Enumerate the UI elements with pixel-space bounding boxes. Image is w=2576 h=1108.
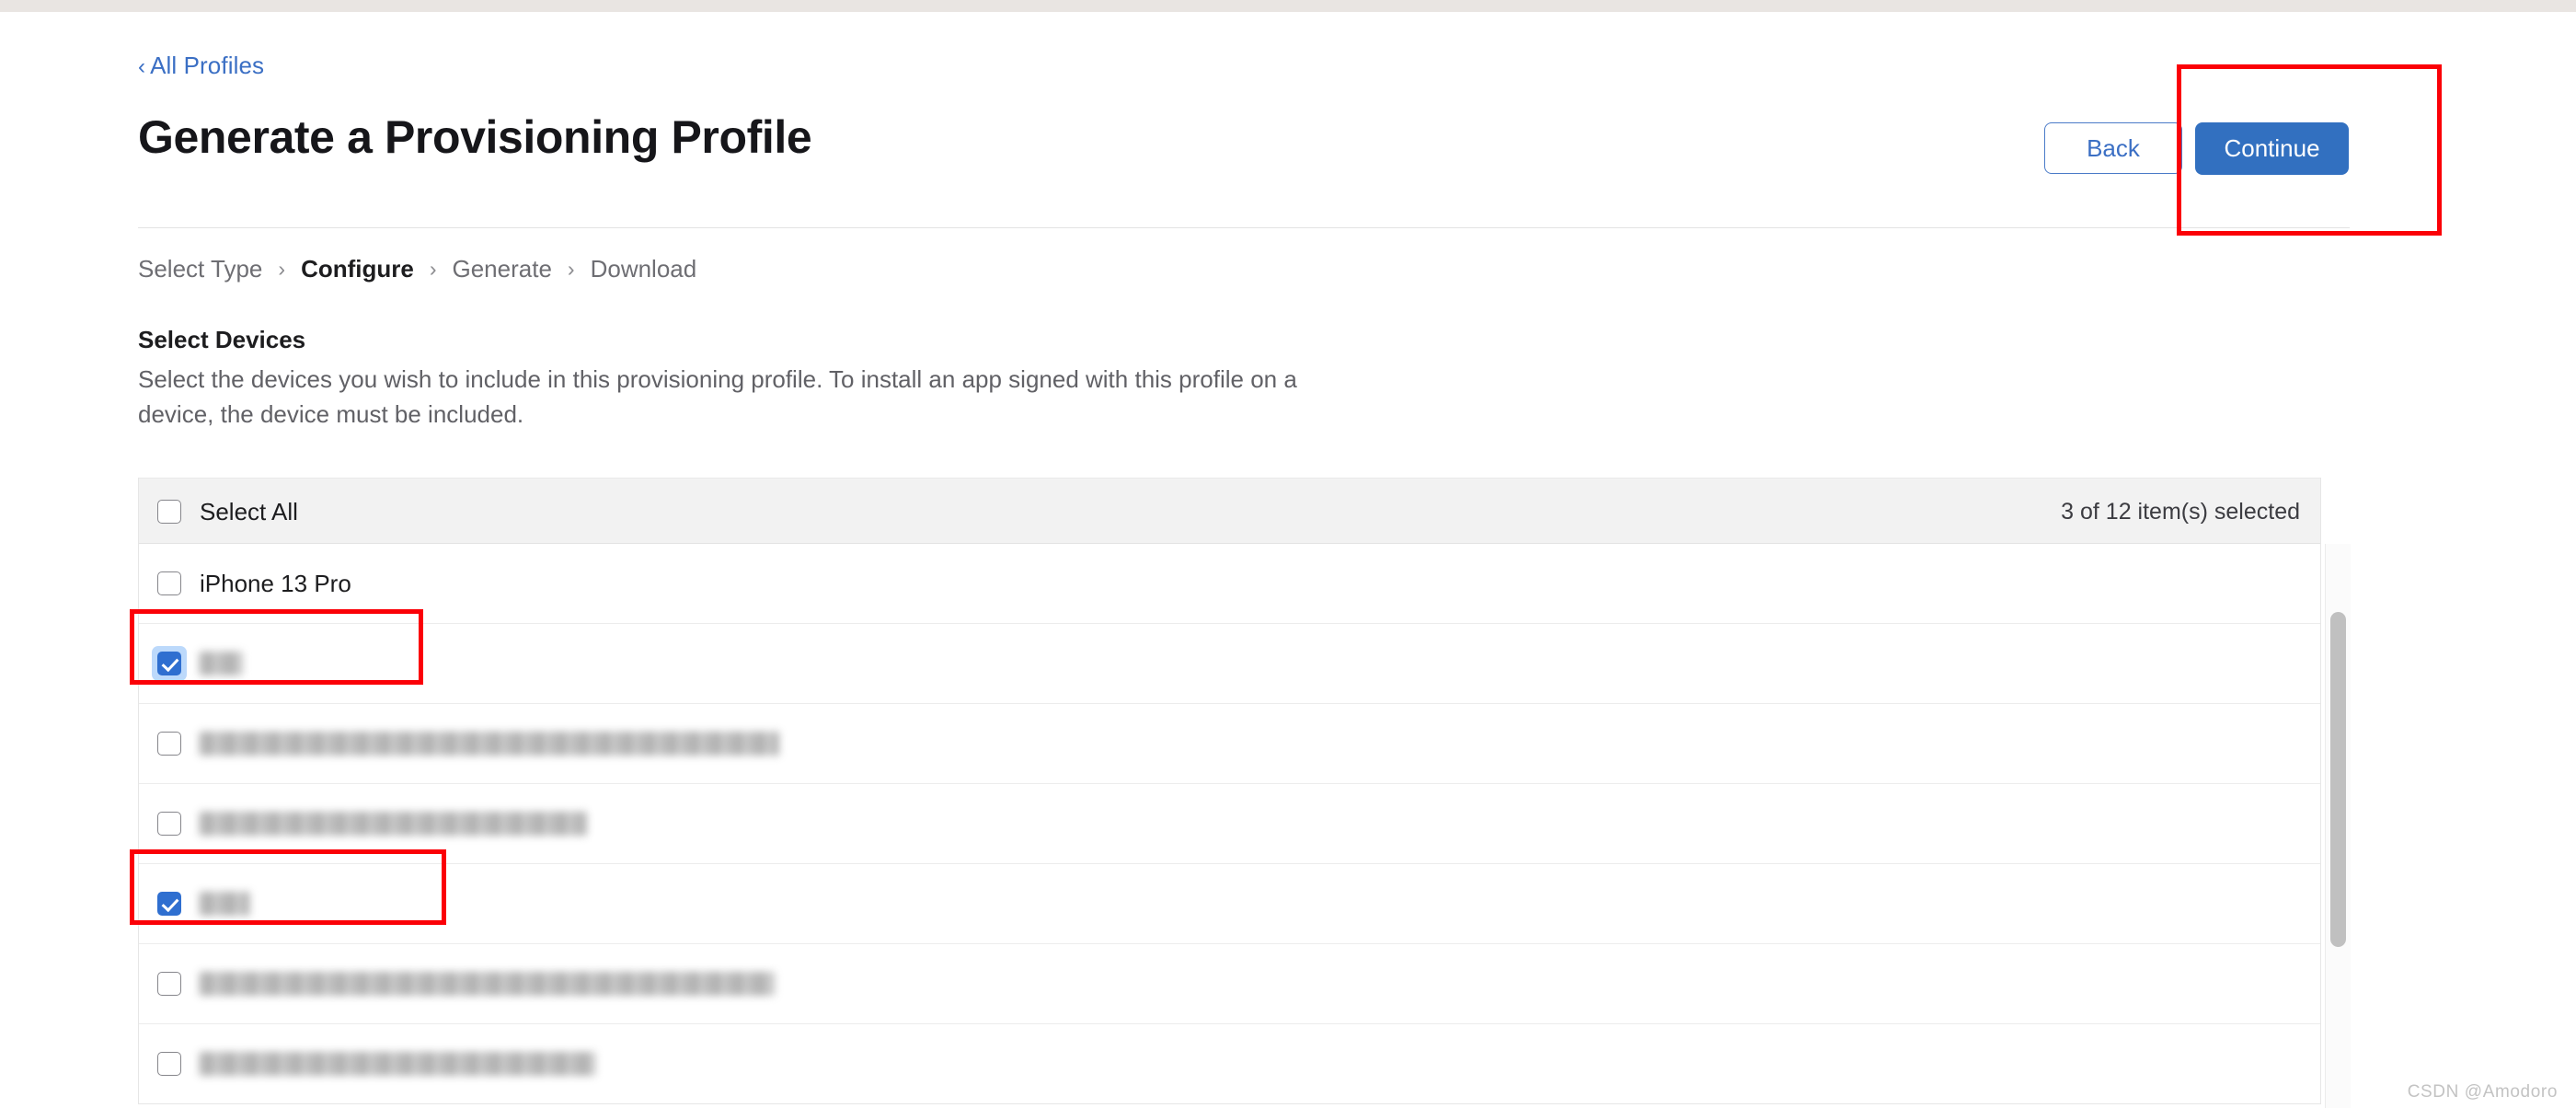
device-row[interactable]: [139, 704, 2320, 784]
step-separator-icon: ›: [429, 257, 437, 281]
device-row-checkbox[interactable]: [157, 652, 181, 675]
device-row-checkbox[interactable]: [157, 972, 181, 996]
browser-chrome-strip: [0, 0, 2576, 12]
device-row-checkbox[interactable]: [157, 812, 181, 836]
device-row[interactable]: [139, 1024, 2320, 1104]
device-row-checkbox[interactable]: [157, 892, 181, 916]
device-row-checkbox[interactable]: [157, 571, 181, 595]
device-checkbox-wrapper[interactable]: [157, 1052, 181, 1076]
device-row[interactable]: [139, 624, 2320, 704]
device-checkbox-wrapper[interactable]: [157, 972, 181, 996]
device-checkbox-wrapper[interactable]: [152, 646, 187, 681]
step-separator-icon: ›: [567, 257, 575, 281]
header-divider: [138, 227, 2350, 228]
device-name-redacted: [200, 812, 586, 836]
select-all-control[interactable]: Select All: [157, 479, 298, 545]
step-generate[interactable]: Generate: [453, 255, 552, 283]
chevron-left-icon: ‹: [138, 54, 146, 79]
device-row[interactable]: [139, 864, 2320, 944]
device-row-checkbox[interactable]: [157, 732, 181, 756]
device-name-label: iPhone 13 Pro: [200, 569, 351, 597]
step-select-type[interactable]: Select Type: [138, 255, 262, 283]
selection-status: 3 of 12 item(s) selected: [2061, 499, 2300, 525]
device-name-redacted: [200, 892, 250, 916]
device-row[interactable]: [139, 944, 2320, 1024]
device-row-list: iPhone 13 Pro: [139, 544, 2320, 1104]
all-profiles-back-link-label: All Profiles: [150, 52, 265, 79]
device-checkbox-wrapper[interactable]: [157, 732, 181, 756]
step-configure: Configure: [301, 255, 414, 283]
device-row[interactable]: [139, 784, 2320, 864]
device-row[interactable]: iPhone 13 Pro: [139, 544, 2320, 624]
continue-button[interactable]: Continue: [2195, 122, 2349, 175]
device-name-redacted: [200, 1052, 595, 1076]
device-checkbox-wrapper[interactable]: [157, 571, 181, 595]
device-table-header: Select All 3 of 12 item(s) selected: [139, 478, 2320, 544]
device-table: Select All 3 of 12 item(s) selected iPho…: [138, 478, 2321, 1104]
device-name-redacted: [200, 732, 779, 756]
select-all-label: Select All: [200, 497, 298, 525]
select-all-checkbox[interactable]: [157, 500, 181, 524]
step-separator-icon: ›: [278, 257, 286, 281]
device-name-redacted: [200, 972, 775, 996]
device-name-redacted: [200, 652, 243, 675]
back-button[interactable]: Back: [2044, 122, 2182, 174]
device-row-checkbox[interactable]: [157, 1052, 181, 1076]
device-checkbox-wrapper[interactable]: [157, 892, 181, 916]
step-download[interactable]: Download: [591, 255, 697, 283]
device-checkbox-wrapper[interactable]: [157, 812, 181, 836]
page-title: Generate a Provisioning Profile: [138, 111, 812, 163]
page-root: ‹ All Profiles Generate a Provisioning Pr…: [0, 0, 2576, 1108]
section-title: Select Devices: [138, 326, 306, 353]
all-profiles-back-link[interactable]: ‹ All Profiles: [138, 52, 264, 80]
device-table-scrollbar-thumb[interactable]: [2330, 612, 2346, 947]
watermark: CSDN @Amodoro: [2407, 1082, 2558, 1102]
breadcrumb-steps: Select Type › Configure › Generate › Download: [138, 255, 696, 283]
section-description: Select the devices you wish to include i…: [138, 365, 1297, 428]
